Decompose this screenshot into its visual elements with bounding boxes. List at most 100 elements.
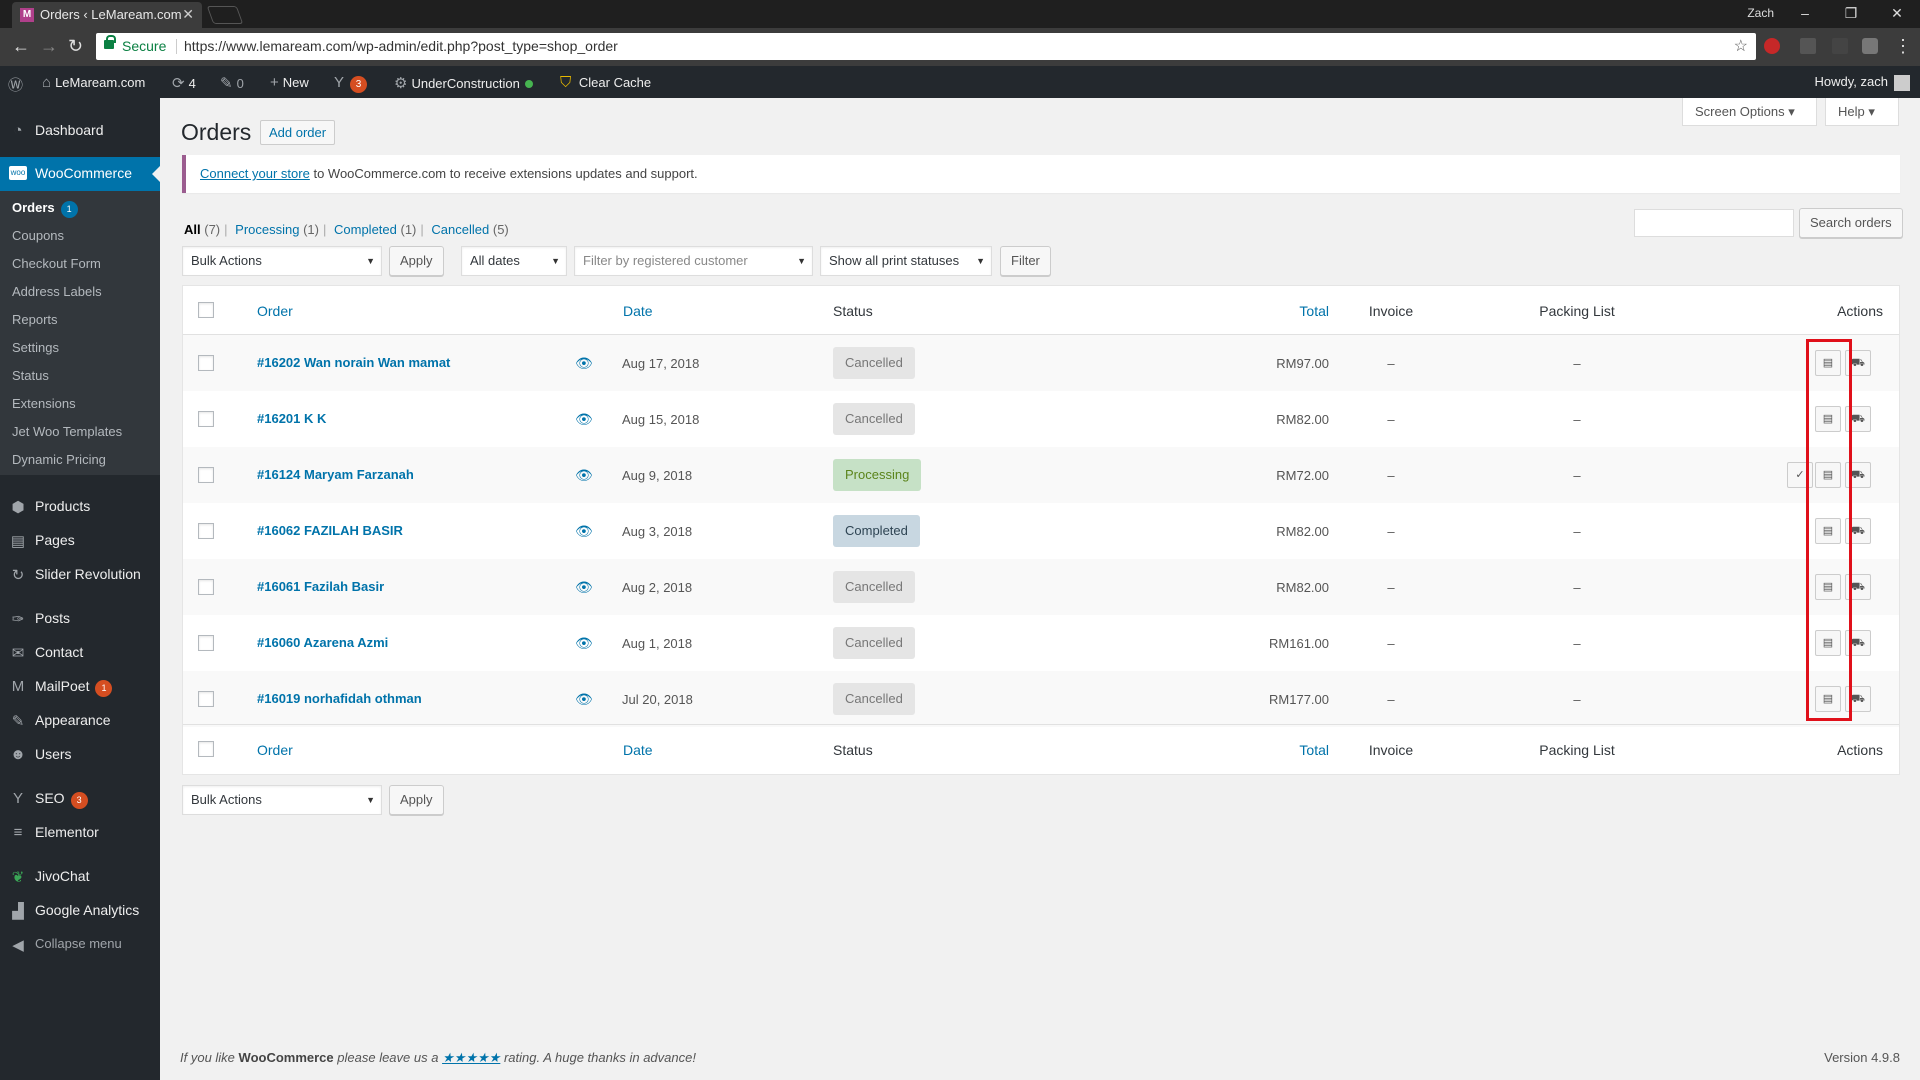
filter-cancelled-link[interactable]: Cancelled — [431, 222, 489, 237]
sidebar-item-google-analytics[interactable]: ▟ Google Analytics — [0, 894, 160, 928]
search-orders-input[interactable] — [1634, 209, 1794, 237]
filter-button[interactable]: Filter — [1000, 246, 1051, 276]
extension-flag-icon[interactable] — [1832, 38, 1848, 54]
collapse-menu-button[interactable]: ◀ Collapse menu — [0, 928, 160, 962]
customer-filter-select[interactable]: Filter by registered customer ▼ — [574, 246, 813, 276]
reload-icon[interactable]: ↻ — [68, 36, 83, 56]
select-all-checkbox[interactable] — [198, 302, 214, 318]
add-order-button[interactable]: Add order — [260, 120, 336, 145]
column-order[interactable]: Order — [257, 742, 293, 758]
order-link[interactable]: #16060 Azarena Azmi — [257, 635, 388, 650]
help-button[interactable]: Help ▾ — [1825, 98, 1899, 126]
forward-arrow-icon[interactable]: → — [40, 36, 58, 56]
clear-cache-link[interactable]: ⛉ Clear Cache — [560, 74, 651, 91]
preview-eye-icon[interactable]: 👁 — [575, 691, 593, 707]
submenu-item-coupons[interactable]: Coupons — [12, 228, 64, 243]
close-window-icon[interactable]: ✕ — [1874, 0, 1920, 28]
submenu-item-reports[interactable]: Reports — [12, 312, 58, 327]
preview-eye-icon[interactable]: 👁 — [575, 635, 593, 651]
select-all-checkbox-bottom[interactable] — [198, 741, 214, 757]
sidebar-item-appearance[interactable]: ✎ Appearance — [0, 704, 160, 738]
updates-link[interactable]: ⟳ 4 — [172, 74, 196, 92]
filter-processing-link[interactable]: Processing — [235, 222, 299, 237]
site-name-link[interactable]: ⌂ LeMaream.com — [42, 74, 145, 91]
submenu-item-orders[interactable]: Orders 1 — [12, 200, 78, 218]
sidebar-item-slider-revolution[interactable]: ↻ Slider Revolution — [0, 558, 160, 592]
extension-adblock-icon[interactable] — [1764, 38, 1780, 54]
row-checkbox[interactable] — [198, 635, 214, 651]
sidebar-item-contact[interactable]: ✉ Contact — [0, 636, 160, 670]
connect-store-link[interactable]: Connect your store — [200, 166, 310, 181]
submenu-item-status[interactable]: Status — [12, 368, 49, 383]
bulk-actions-select[interactable]: Bulk Actions ▼ — [182, 246, 382, 276]
extension-pen-icon[interactable] — [1800, 38, 1816, 54]
comments-link[interactable]: ✎ 0 — [220, 74, 244, 92]
address-bar[interactable]: Secure https://www.lemaream.com/wp-admin… — [96, 33, 1756, 60]
sidebar-item-pages[interactable]: ▤ Pages — [0, 524, 160, 558]
preview-eye-icon[interactable]: 👁 — [575, 411, 593, 427]
submenu-item-extensions[interactable]: Extensions — [12, 396, 76, 411]
submenu-item-checkout-form[interactable]: Checkout Form — [12, 256, 101, 271]
my-account-link[interactable]: Howdy, zach — [1815, 74, 1910, 91]
sidebar-item-products[interactable]: ⬢ Products — [0, 490, 160, 524]
row-checkbox[interactable] — [198, 523, 214, 539]
search-orders-button[interactable]: Search orders — [1799, 208, 1903, 238]
column-total[interactable]: Total — [1229, 303, 1329, 319]
apply-button-bottom[interactable]: Apply — [389, 785, 444, 815]
filter-all-link[interactable]: All — [184, 222, 201, 237]
browser-menu-icon[interactable]: ⋮ — [1894, 36, 1912, 56]
order-link[interactable]: #16202 Wan norain Wan mamat — [257, 355, 450, 370]
dates-select[interactable]: All dates ▼ — [461, 246, 567, 276]
row-checkbox[interactable] — [198, 355, 214, 371]
column-date[interactable]: Date — [623, 303, 653, 319]
url-text[interactable]: https://www.lemaream.com/wp-admin/edit.p… — [184, 38, 618, 54]
sidebar-item-woocommerce[interactable]: woo WooCommerce — [0, 157, 160, 191]
preview-eye-icon[interactable]: 👁 — [575, 355, 593, 371]
preview-eye-icon[interactable]: 👁 — [575, 579, 593, 595]
minimize-icon[interactable]: – — [1782, 0, 1828, 28]
order-link[interactable]: #16201 K K — [257, 411, 326, 426]
column-date[interactable]: Date — [623, 742, 653, 758]
preview-eye-icon[interactable]: 👁 — [575, 467, 593, 483]
sidebar-item-elementor[interactable]: ≡ Elementor — [0, 816, 160, 850]
submenu-item-address-labels[interactable]: Address Labels — [12, 284, 102, 299]
sidebar-item-mailpoet[interactable]: M MailPoet 1 — [0, 670, 160, 704]
print-status-select[interactable]: Show all print statuses ▼ — [820, 246, 992, 276]
order-link[interactable]: #16019 norhafidah othman — [257, 691, 422, 706]
order-link[interactable]: #16124 Maryam Farzanah — [257, 467, 414, 482]
order-link[interactable]: #16062 FAZILAH BASIR — [257, 523, 403, 538]
sidebar-item-users[interactable]: ☻ Users — [0, 738, 160, 772]
submenu-item-jet-woo-templates[interactable]: Jet Woo Templates — [12, 424, 122, 439]
back-arrow-icon[interactable]: ← — [12, 36, 30, 56]
extension-camera-icon[interactable] — [1862, 38, 1878, 54]
browser-profile-name[interactable]: Zach — [1747, 6, 1774, 20]
browser-tab[interactable]: M Orders ‹ LeMaream.com ✕ — [12, 2, 202, 28]
rating-stars-link[interactable]: ★★★★★ — [442, 1050, 500, 1065]
submenu-item-dynamic-pricing[interactable]: Dynamic Pricing — [12, 452, 106, 467]
sidebar-item-jivochat[interactable]: ❦ JivoChat — [0, 860, 160, 894]
row-checkbox[interactable] — [198, 467, 214, 483]
filter-completed-link[interactable]: Completed — [334, 222, 397, 237]
row-checkbox[interactable] — [198, 579, 214, 595]
wordpress-logo-icon[interactable]: Ⓦ — [8, 74, 27, 95]
bookmark-star-icon[interactable]: ☆ — [1734, 36, 1748, 56]
submenu-item-settings[interactable]: Settings — [12, 340, 59, 355]
column-total[interactable]: Total — [1229, 742, 1329, 758]
apply-button[interactable]: Apply — [389, 246, 444, 276]
close-tab-icon[interactable]: ✕ — [182, 6, 194, 23]
screen-options-button[interactable]: Screen Options ▾ — [1682, 98, 1817, 126]
new-content-link[interactable]: + New — [270, 74, 309, 91]
underconstruction-link[interactable]: ⚙ UnderConstruction — [394, 74, 533, 92]
column-order[interactable]: Order — [257, 303, 293, 319]
new-tab-button[interactable] — [206, 6, 244, 24]
sidebar-item-posts[interactable]: ✑ Posts — [0, 602, 160, 636]
yoast-adminbar-link[interactable]: Y3 — [334, 74, 368, 93]
bulk-actions-select-bottom[interactable]: Bulk Actions ▼ — [182, 785, 382, 815]
order-link[interactable]: #16061 Fazilah Basir — [257, 579, 384, 594]
sidebar-item-seo[interactable]: Y SEO 3 — [0, 782, 160, 816]
sidebar-item-dashboard[interactable]: ◔ Dashboard — [0, 114, 160, 148]
restore-icon[interactable]: ❐ — [1828, 0, 1874, 28]
row-checkbox[interactable] — [198, 691, 214, 707]
row-checkbox[interactable] — [198, 411, 214, 427]
preview-eye-icon[interactable]: 👁 — [575, 523, 593, 539]
